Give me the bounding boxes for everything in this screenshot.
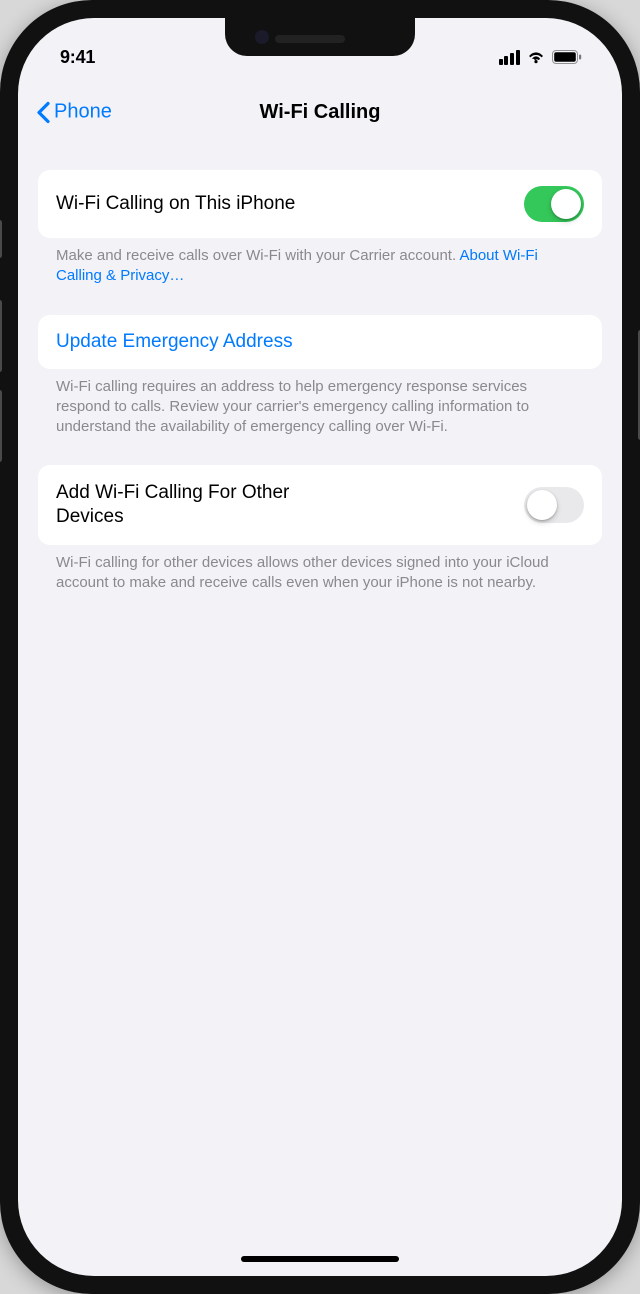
group-emergency-address: Update Emergency Address Wi-Fi calling r… xyxy=(38,315,602,438)
status-time: 9:41 xyxy=(60,47,95,68)
battery-icon xyxy=(552,50,582,64)
toggle-wifi-calling-this-iphone[interactable] xyxy=(524,186,584,222)
volume-down-button xyxy=(0,390,2,462)
row-wifi-calling-other-devices[interactable]: Add Wi-Fi Calling For Other Devices xyxy=(38,465,602,545)
page-title: Wi-Fi Calling xyxy=(260,101,381,124)
group-other-devices: Add Wi-Fi Calling For Other Devices Wi-F… xyxy=(38,465,602,593)
row-label: Wi-Fi Calling on This iPhone xyxy=(56,192,309,216)
group-wifi-calling-this-iphone: Wi-Fi Calling on This iPhone Make and re… xyxy=(38,170,602,287)
status-right xyxy=(499,50,582,65)
footer-text: Make and receive calls over Wi-Fi with y… xyxy=(56,247,459,264)
mute-switch xyxy=(0,220,2,258)
device-frame: 9:41 Phone Wi-Fi Calling xyxy=(0,0,640,1294)
card: Add Wi-Fi Calling For Other Devices xyxy=(38,465,602,545)
group-footer: Wi-Fi calling requires an address to hel… xyxy=(38,369,602,438)
row-label: Add Wi-Fi Calling For Other Devices xyxy=(56,481,356,529)
footer-text: Wi-Fi calling requires an address to hel… xyxy=(56,378,529,436)
wifi-icon xyxy=(526,50,546,65)
group-footer: Make and receive calls over Wi-Fi with y… xyxy=(38,238,602,287)
back-button[interactable]: Phone xyxy=(36,101,112,124)
group-footer: Wi-Fi calling for other devices allows o… xyxy=(38,545,602,594)
screen: 9:41 Phone Wi-Fi Calling xyxy=(18,18,622,1276)
toggle-knob xyxy=(551,189,581,219)
card: Update Emergency Address xyxy=(38,315,602,369)
chevron-left-icon xyxy=(36,101,50,123)
row-wifi-calling-this-iphone[interactable]: Wi-Fi Calling on This iPhone xyxy=(38,170,602,238)
link-row-label: Update Emergency Address xyxy=(56,331,293,352)
back-label: Phone xyxy=(54,101,112,124)
notch xyxy=(225,18,415,56)
volume-up-button xyxy=(0,300,2,372)
home-indicator[interactable] xyxy=(241,1256,399,1262)
toggle-knob xyxy=(527,490,557,520)
nav-bar: Phone Wi-Fi Calling xyxy=(18,88,622,136)
cellular-icon xyxy=(499,50,520,65)
content: Wi-Fi Calling on This iPhone Make and re… xyxy=(18,136,622,597)
card: Wi-Fi Calling on This iPhone xyxy=(38,170,602,238)
update-emergency-address-button[interactable]: Update Emergency Address xyxy=(38,315,602,369)
toggle-wifi-calling-other-devices[interactable] xyxy=(524,487,584,523)
footer-text: Wi-Fi calling for other devices allows o… xyxy=(56,554,549,591)
